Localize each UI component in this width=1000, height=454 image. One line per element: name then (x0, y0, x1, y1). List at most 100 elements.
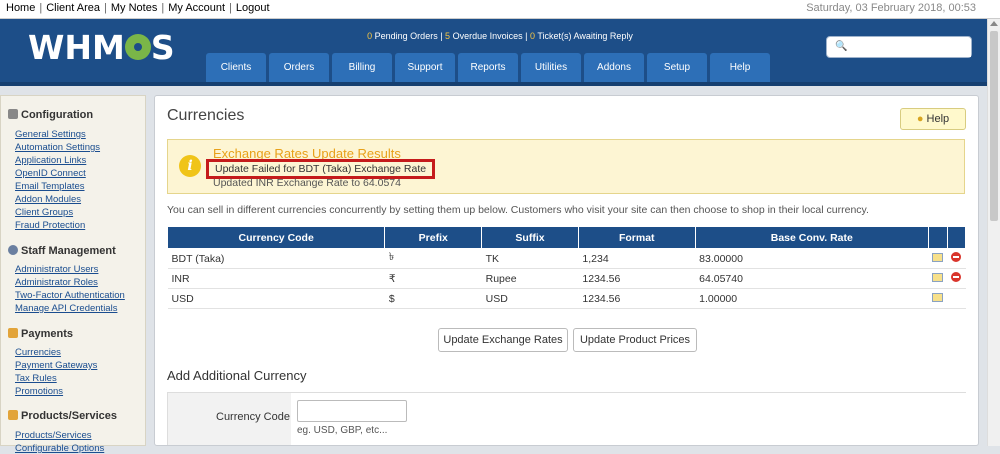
cell-prefix: ₹ (384, 268, 482, 289)
nav-reports[interactable]: Reports (458, 53, 518, 82)
box-icon (8, 410, 18, 420)
sidebar-link-two-factor-authentication[interactable]: Two-Factor Authentication (15, 290, 125, 301)
client-area-link[interactable]: Client Area (46, 2, 100, 14)
column-header: Base Conv. Rate (694, 226, 929, 249)
separator: | (39, 2, 43, 14)
cell-code: BDT (Taka) (167, 248, 385, 269)
my-notes-link[interactable]: My Notes (111, 2, 157, 14)
currency-code-input[interactable] (297, 400, 407, 422)
cell-prefix: $ (384, 288, 482, 309)
table-row: BDT (Taka) ৳ TK 1,234 83.00000 (167, 248, 966, 269)
cell-code: USD (167, 288, 385, 309)
user-icon (8, 245, 18, 255)
cell-format: 1234.56 (578, 288, 696, 309)
sidebar-link-client-groups[interactable]: Client Groups (15, 207, 73, 218)
cell-rate: 64.05740 (695, 268, 929, 289)
sidebar-link-application-links[interactable]: Application Links (15, 155, 86, 166)
tickets-label[interactable]: Ticket(s) Awaiting Reply (537, 31, 633, 41)
delete-icon[interactable] (951, 272, 962, 282)
sidebar-link-configurable-options[interactable]: Configurable Options (15, 443, 104, 454)
scroll-up-arrow-icon[interactable] (990, 21, 998, 26)
sidebar-heading-payments: Payments (8, 328, 73, 340)
main-content: Currencies ● Help i Exchange Rates Updat… (154, 95, 979, 446)
delete-icon[interactable] (951, 252, 962, 262)
pending-orders-count[interactable]: 0 (367, 31, 372, 41)
top-bar: Home | Client Area | My Notes | My Account | Log… (0, 0, 1000, 19)
update-exchange-rates-button[interactable]: Update Exchange Rates (438, 328, 568, 352)
table-header-row: Currency Code Prefix Suffix Format Base … (166, 226, 967, 249)
sidebar-link-automation-settings[interactable]: Automation Settings (15, 142, 100, 153)
edit-icon[interactable] (932, 292, 944, 302)
nav-support[interactable]: Support (395, 53, 455, 82)
cell-code: INR (167, 268, 385, 289)
nav-billing[interactable]: Billing (332, 53, 392, 82)
logout-link[interactable]: Logout (236, 2, 270, 14)
sidebar: Configuration General Settings Automatio… (0, 95, 146, 454)
column-header: Format (577, 226, 696, 249)
update-product-prices-button[interactable]: Update Product Prices (573, 328, 697, 352)
pending-orders-label[interactable]: Pending Orders (375, 31, 438, 41)
nav-utilities[interactable]: Utilities (521, 53, 581, 82)
intro-text: You can sell in different currencies con… (167, 204, 869, 216)
nav-help[interactable]: Help (710, 53, 770, 82)
column-header-edit (927, 226, 948, 249)
sidebar-link-email-templates[interactable]: Email Templates (15, 181, 85, 192)
sidebar-link-fraud-protection[interactable]: Fraud Protection (15, 220, 85, 231)
alert-message-failed: Update Failed for BDT (Taka) Exchange Ra… (206, 159, 436, 179)
exchange-rates-alert: i Exchange Rates Update Results Update F… (167, 139, 965, 194)
cell-suffix: USD (481, 288, 579, 309)
column-header: Prefix (384, 226, 483, 249)
table-row: INR ₹ Rupee 1234.56 64.05740 (167, 268, 966, 289)
current-date: Saturday, 03 February 2018, 00:53 (806, 2, 976, 14)
header: WHM S 0 Pending Orders | 5 Overdue Invoic… (0, 19, 1000, 82)
sidebar-link-promotions[interactable]: Promotions (15, 386, 63, 397)
cell-delete (947, 268, 966, 289)
sidebar-link-general-settings[interactable]: General Settings (15, 129, 86, 140)
nav-orders[interactable]: Orders (269, 53, 329, 82)
home-link[interactable]: Home (6, 2, 35, 14)
overdue-invoices-count[interactable]: 5 (445, 31, 450, 41)
search-input[interactable] (849, 39, 971, 57)
cell-prefix: ৳ (384, 248, 482, 269)
sidebar-link-currencies[interactable]: Currencies (15, 347, 61, 358)
sidebar-link-products-services[interactable]: Products/Services (15, 430, 92, 441)
cell-format: 1,234 (578, 248, 696, 269)
tickets-count[interactable]: 0 (530, 31, 535, 41)
currency-code-hint: eg. USD, GBP, etc... (297, 425, 388, 436)
coins-icon (8, 328, 18, 338)
currencies-table: Currency Code Prefix Suffix Format Base … (166, 226, 967, 309)
nav-setup[interactable]: Setup (647, 53, 707, 82)
my-account-link[interactable]: My Account (168, 2, 225, 14)
search-box[interactable]: 🔍 (826, 36, 972, 58)
currency-code-label: Currency Code (216, 411, 290, 423)
sidebar-link-openid-connect[interactable]: OpenID Connect (15, 168, 86, 179)
cell-delete (947, 288, 966, 309)
page-title: Currencies (167, 107, 245, 124)
cell-delete (947, 248, 966, 269)
top-links: Home | Client Area | My Notes | My Account | Log… (6, 2, 270, 14)
page-scrollbar[interactable] (987, 19, 1000, 446)
sidebar-link-administrator-users[interactable]: Administrator Users (15, 264, 98, 275)
cell-rate: 1.00000 (695, 288, 929, 309)
nav-clients[interactable]: Clients (206, 53, 266, 82)
overdue-invoices-label[interactable]: Overdue Invoices (453, 31, 523, 41)
heading-label: Payments (21, 328, 73, 340)
sidebar-link-addon-modules[interactable]: Addon Modules (15, 194, 81, 205)
header-divider (0, 82, 1000, 86)
cell-format: 1234.56 (578, 268, 696, 289)
nav-addons[interactable]: Addons (584, 53, 644, 82)
heading-label: Configuration (21, 109, 94, 121)
scrollbar-thumb[interactable] (990, 31, 998, 221)
column-header: Currency Code (166, 226, 386, 249)
separator: | (229, 2, 232, 14)
sidebar-link-manage-api-credentials[interactable]: Manage API Credentials (15, 303, 117, 314)
sidebar-link-payment-gateways[interactable]: Payment Gateways (15, 360, 97, 371)
main-nav: Clients Orders Billing Support Reports U… (206, 53, 770, 82)
edit-icon[interactable] (932, 272, 944, 282)
sidebar-link-administrator-roles[interactable]: Administrator Roles (15, 277, 98, 288)
add-currency-heading: Add Additional Currency (167, 368, 307, 383)
sidebar-link-tax-rules[interactable]: Tax Rules (15, 373, 57, 384)
cell-edit (928, 268, 948, 289)
edit-icon[interactable] (932, 252, 944, 262)
help-button[interactable]: ● Help (900, 108, 966, 130)
